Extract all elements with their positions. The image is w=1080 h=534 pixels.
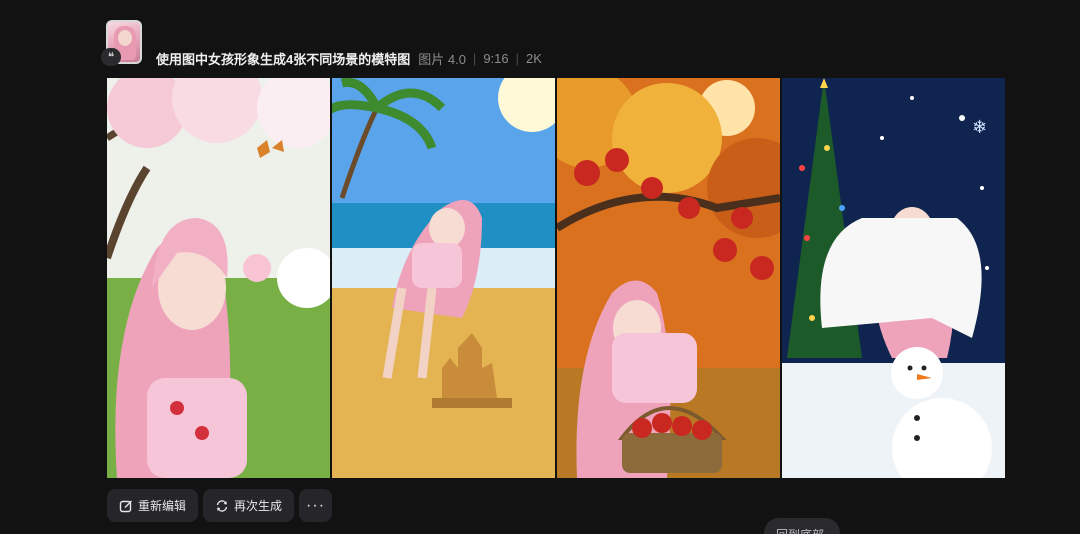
model-label: 图片 4.0 bbox=[418, 51, 466, 67]
prompt-header: 使用图中女孩形象生成4张不同场景的模特图 图片 4.0 | 9:16 | 2K bbox=[156, 50, 542, 67]
prompt-text: 使用图中女孩形象生成4张不同场景的模特图 bbox=[156, 51, 411, 67]
regenerate-label: 再次生成 bbox=[234, 499, 283, 513]
generated-image-grid: ❄ bbox=[107, 78, 1007, 478]
aspect-ratio-label: 9:16 bbox=[483, 50, 509, 66]
reference-face bbox=[118, 30, 132, 46]
resolution-label: 2K bbox=[526, 50, 542, 66]
generated-image-spring[interactable] bbox=[107, 78, 330, 478]
generated-image-autumn[interactable] bbox=[557, 78, 780, 478]
generated-image-beach[interactable] bbox=[332, 78, 555, 478]
svg-text:❄: ❄ bbox=[972, 117, 987, 138]
generated-image-winter[interactable]: ❄ bbox=[782, 78, 1005, 478]
back-to-bottom-button[interactable]: 回到底部 ⌄ bbox=[764, 518, 840, 534]
regenerate-button[interactable]: 再次生成 bbox=[203, 489, 295, 522]
more-icon: ··· bbox=[306, 496, 326, 514]
meta-divider: | bbox=[472, 50, 477, 66]
image-actions: 重新编辑 再次生成 ··· bbox=[107, 489, 333, 522]
refresh-icon bbox=[216, 499, 228, 512]
quote-icon: ❝ bbox=[101, 48, 121, 66]
meta-divider: | bbox=[515, 50, 520, 66]
reedit-button[interactable]: 重新编辑 bbox=[107, 489, 199, 522]
reedit-label: 重新编辑 bbox=[138, 499, 187, 513]
edit-icon bbox=[119, 500, 132, 512]
more-options-button[interactable]: ··· bbox=[299, 489, 333, 522]
